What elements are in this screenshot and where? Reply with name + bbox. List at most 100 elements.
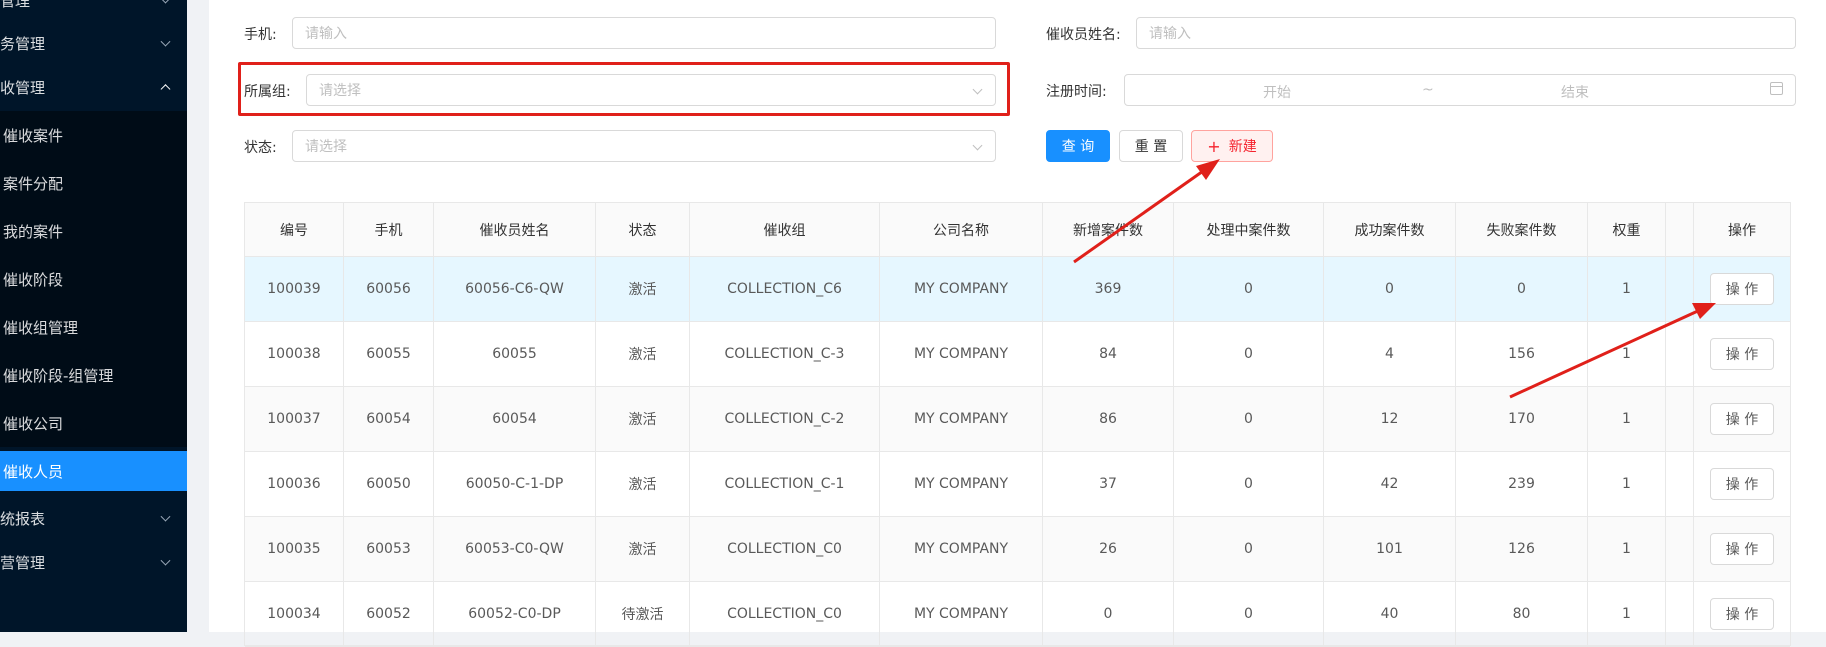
table-cell: 40: [1324, 582, 1456, 646]
collectors-table: 编号 手机 催收员姓名 状态 催收组 公司名称 新增案件数 处理中案件数 成功案件数 失败案件数权…: [244, 202, 1791, 647]
reset-button[interactable]: 重 置: [1119, 130, 1183, 162]
op-cell: 操 作: [1694, 322, 1790, 386]
table-cell: COLLECTION_C-3: [690, 322, 880, 386]
column-header: 编号: [245, 203, 344, 256]
sidebar-item-label: 统报表: [0, 509, 46, 528]
column-header: 公司名称: [880, 203, 1043, 256]
table-cell: 100034: [245, 582, 344, 646]
table-cell-empty: [1666, 387, 1694, 451]
collector-name-input[interactable]: 请输入: [1136, 17, 1796, 49]
table-cell: 26: [1043, 517, 1174, 581]
table-cell: 126: [1456, 517, 1588, 581]
table-cell: 0: [1174, 387, 1324, 451]
chevron-down-icon: [160, 511, 171, 522]
table-cell: 100037: [245, 387, 344, 451]
sidebar-item-4[interactable]: 案件分配: [0, 159, 187, 207]
operate-button[interactable]: 操 作: [1710, 533, 1774, 565]
chevron-down-icon: [972, 140, 983, 151]
table-cell: 1: [1588, 517, 1666, 581]
table-cell: 86: [1043, 387, 1174, 451]
table-cell: 1: [1588, 387, 1666, 451]
query-button[interactable]: 查 询: [1046, 130, 1110, 162]
op-cell: 操 作: [1694, 387, 1790, 451]
table-cell: MY COMPANY: [880, 257, 1043, 321]
operate-button[interactable]: 操 作: [1710, 403, 1774, 435]
operate-button[interactable]: 操 作: [1710, 468, 1774, 500]
table-cell: 激活: [596, 387, 690, 451]
table-cell: 60050: [344, 452, 434, 516]
table-cell: 0: [1174, 517, 1324, 581]
sidebar-item-label: 催收公司: [3, 414, 64, 433]
table-cell: COLLECTION_C0: [690, 582, 880, 646]
table-cell-empty: [1666, 322, 1694, 386]
table-cell: 42: [1324, 452, 1456, 516]
column-header: 状态: [596, 203, 690, 256]
column-header: 权重: [1588, 203, 1666, 256]
table-cell: 0: [1174, 452, 1324, 516]
column-header: 操作: [1728, 222, 1756, 239]
new-button[interactable]: + 新建: [1191, 130, 1273, 162]
sidebar-item-label: 催收人员: [3, 462, 64, 481]
chevron-down-icon: [160, 555, 171, 566]
sidebar-item-5[interactable]: 我的案件: [0, 207, 187, 255]
annotation-highlight-box: [238, 62, 1010, 116]
operate-button[interactable]: 操 作: [1710, 273, 1774, 305]
operate-button[interactable]: 操 作: [1710, 598, 1774, 630]
status-select[interactable]: 请选择: [292, 130, 996, 162]
table-cell: 60054: [434, 387, 596, 451]
operate-button[interactable]: 操 作: [1710, 338, 1774, 370]
phone-input[interactable]: 请输入: [292, 17, 996, 49]
table-cell: 激活: [596, 322, 690, 386]
calendar-icon: [1770, 82, 1783, 95]
plus-icon: +: [1207, 136, 1221, 156]
sidebar-item-2[interactable]: 收管理: [0, 64, 187, 110]
reg-time-range-picker[interactable]: 开始 ~ 结束: [1124, 74, 1796, 106]
table-cell: 4: [1324, 322, 1456, 386]
chevron-down-icon: [160, 36, 171, 47]
reg-start[interactable]: 开始: [1263, 82, 1291, 102]
table-cell: 100035: [245, 517, 344, 581]
status-placeholder: 请选择: [305, 139, 347, 155]
sidebar-item-label: 收管理: [0, 78, 46, 97]
table-row[interactable]: 100036 60050 60050-C-1-DP 激活 COLLECTION_C-1 M…: [245, 452, 1790, 517]
table-cell: 100039: [245, 257, 344, 321]
table-cell: 100038: [245, 322, 344, 386]
table-cell: 激活: [596, 452, 690, 516]
table-row[interactable]: 100035 60053 60053-C0-QW 激活 COLLECTION_C0 MY …: [245, 517, 1790, 582]
table-row[interactable]: 100037 60054 60054 激活 COLLECTION_C-2 MY COMPA…: [245, 387, 1790, 452]
table-cell: 100036: [245, 452, 344, 516]
sidebar-item-8[interactable]: 催收阶段-组管理: [0, 351, 187, 399]
sidebar-item-9[interactable]: 催收公司: [0, 399, 187, 447]
table-cell: 0: [1324, 257, 1456, 321]
reg-end[interactable]: 结束: [1561, 82, 1589, 102]
sidebar-item-3[interactable]: 催收案件: [0, 111, 187, 159]
op-cell: 操 作: [1694, 452, 1790, 516]
table-cell: 0: [1174, 257, 1324, 321]
table-row[interactable]: 100034 60052 60052-C0-DP 待激活 COLLECTION_C0 MY…: [245, 582, 1790, 647]
table-cell-empty: [1666, 257, 1694, 321]
table-cell: COLLECTION_C-2: [690, 387, 880, 451]
table-row[interactable]: 100038 60055 60055 激活 COLLECTION_C-3 MY COMPA…: [245, 322, 1790, 387]
sidebar-item-label: 营管理: [0, 553, 46, 572]
sidebar-item-1[interactable]: 务管理: [0, 20, 187, 66]
column-header: 催收组: [690, 203, 880, 256]
column-header: [1666, 203, 1694, 256]
table-cell: MY COMPANY: [880, 322, 1043, 386]
table-cell: 369: [1043, 257, 1174, 321]
table-cell: 1: [1588, 257, 1666, 321]
op-cell: 操 作: [1694, 582, 1790, 646]
sidebar-item-7[interactable]: 催收组管理: [0, 303, 187, 351]
table-cell: 60055: [434, 322, 596, 386]
sidebar-item-10[interactable]: 催收人员: [0, 451, 187, 491]
column-header: 手机: [344, 203, 434, 256]
sidebar-item-12[interactable]: 营管理: [0, 539, 187, 585]
column-header: 成功案件数: [1324, 203, 1456, 256]
sidebar-item-11[interactable]: 统报表: [0, 495, 187, 541]
table-row[interactable]: 100039 60056 60056-C6-QW 激活 COLLECTION_C6 MY …: [245, 257, 1790, 322]
table-cell: 60056: [344, 257, 434, 321]
table-cell: COLLECTION_C6: [690, 257, 880, 321]
table-cell: 1: [1588, 322, 1666, 386]
sidebar-item-6[interactable]: 催收阶段: [0, 255, 187, 303]
table-cell: 60050-C-1-DP: [434, 452, 596, 516]
table-cell-empty: [1666, 452, 1694, 516]
